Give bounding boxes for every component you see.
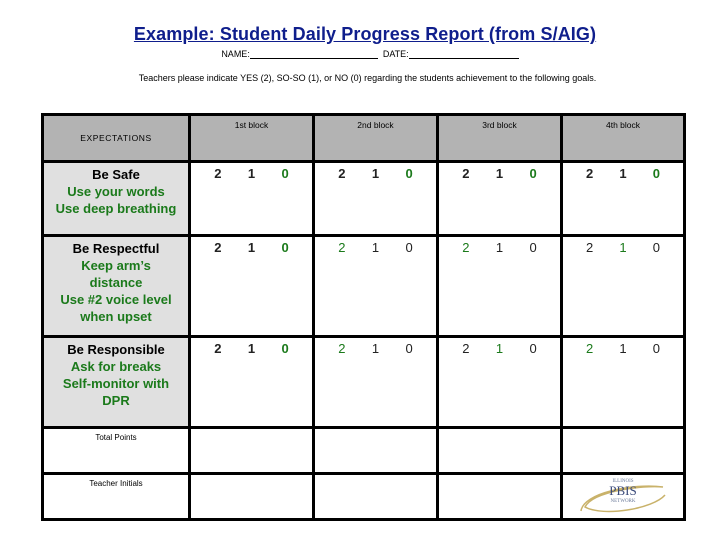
expectation-row: Be Responsible Ask for breaks Self-monitor… [41, 335, 686, 429]
score-option[interactable]: 1 [496, 341, 503, 356]
block-header: 2nd block [312, 113, 439, 163]
total-points-label: Total Points [41, 426, 191, 475]
score-cell: 2 1 0 [560, 234, 686, 338]
score-option[interactable]: 1 [248, 341, 255, 356]
total-points-cell[interactable] [312, 426, 439, 475]
total-points-cell[interactable] [188, 426, 315, 475]
score-option[interactable]: 0 [653, 341, 660, 356]
expectation-row: Be Respectful Keep arm’s distance Use #2 vo… [41, 234, 686, 338]
score-option[interactable]: 0 [282, 240, 289, 255]
expectation-cell: Be Safe Use your words Use deep breathing [41, 160, 191, 237]
pbis-logo: ILLINOIS PBIS NETWORK [563, 475, 683, 515]
initials-cell[interactable]: ILLINOIS PBIS NETWORK [560, 472, 686, 521]
score-option[interactable]: 2 [462, 240, 469, 255]
expectation-title: Be Responsible [67, 342, 165, 357]
expectation-detail: Use #2 voice level [60, 292, 172, 307]
score-option[interactable]: 1 [496, 240, 503, 255]
logo-main-text: PBIS [609, 483, 636, 498]
score-cell: 2 1 0 [188, 234, 315, 338]
expectations-header: EXPECTATIONS [41, 113, 191, 163]
score-cell: 2 1 0 [560, 160, 686, 237]
expectation-cell: Be Responsible Ask for breaks Self-monitor… [41, 335, 191, 429]
score-cell: 2 1 0 [436, 160, 563, 237]
score-option[interactable]: 1 [248, 240, 255, 255]
score-option[interactable]: 2 [214, 341, 221, 356]
initials-cell[interactable] [188, 472, 315, 521]
score-option[interactable]: 2 [214, 166, 221, 181]
block-header: 3rd block [436, 113, 563, 163]
score-option[interactable]: 1 [619, 341, 626, 356]
pbis-logo-icon: ILLINOIS PBIS NETWORK [580, 479, 666, 513]
score-cell: 2 1 0 [188, 160, 315, 237]
score-option[interactable]: 2 [586, 240, 593, 255]
score-option[interactable]: 1 [372, 341, 379, 356]
score-option[interactable]: 0 [530, 166, 537, 181]
name-date-line: NAME: DATE: [0, 49, 720, 59]
initials-cell[interactable] [436, 472, 563, 521]
instructions: Teachers please indicate YES (2), SO-SO … [138, 73, 597, 83]
expectation-detail: Self-monitor with [62, 376, 170, 391]
expectation-row: Be Safe Use your words Use deep breathing 2… [41, 160, 686, 237]
score-option[interactable]: 2 [338, 341, 345, 356]
score-cell: 2 1 0 [312, 234, 439, 338]
score-option[interactable]: 0 [653, 166, 660, 181]
score-cell: 2 1 0 [436, 335, 563, 429]
score-option[interactable]: 0 [282, 166, 289, 181]
score-option[interactable]: 2 [586, 166, 593, 181]
score-option[interactable]: 1 [619, 166, 626, 181]
score-cell: 2 1 0 [436, 234, 563, 338]
score-cell: 2 1 0 [560, 335, 686, 429]
score-option[interactable]: 0 [406, 240, 413, 255]
progress-table: EXPECTATIONS 1st block 2nd block 3rd blo… [41, 113, 686, 521]
score-option[interactable]: 1 [496, 166, 503, 181]
teacher-initials-label: Teacher Initials [41, 472, 191, 521]
expectation-detail: Ask for breaks [70, 359, 162, 374]
expectation-detail: when upset [80, 309, 152, 324]
name-field[interactable] [249, 49, 378, 59]
score-option[interactable]: 2 [214, 240, 221, 255]
score-cell: 2 1 0 [312, 160, 439, 237]
score-option[interactable]: 0 [653, 240, 660, 255]
score-option[interactable]: 2 [462, 166, 469, 181]
total-points-cell[interactable] [436, 426, 563, 475]
score-cell: 2 1 0 [188, 335, 315, 429]
score-cell: 2 1 0 [312, 335, 439, 429]
expectation-detail: Use deep breathing [55, 201, 177, 216]
score-option[interactable]: 0 [530, 341, 537, 356]
score-option[interactable]: 0 [282, 341, 289, 356]
expectation-title: Be Respectful [72, 241, 160, 256]
block-header: 4th block [560, 113, 686, 163]
logo-bottom-text: NETWORK [611, 499, 636, 504]
score-option[interactable]: 0 [530, 240, 537, 255]
expectation-detail: Keep arm’s [81, 258, 151, 273]
expectation-cell: Be Respectful Keep arm’s distance Use #2 vo… [41, 234, 191, 338]
teacher-initials-row: Teacher Initials ILLINOIS PBIS NETWORK [41, 472, 686, 521]
total-points-row: Total Points [41, 426, 686, 475]
page-title: Example: Student Daily Progress Report (… [133, 24, 597, 44]
score-option[interactable]: 2 [338, 240, 345, 255]
expectation-title: Be Safe [92, 167, 140, 182]
score-option[interactable]: 1 [372, 240, 379, 255]
date-field[interactable] [408, 49, 519, 59]
initials-cell[interactable] [312, 472, 439, 521]
score-option[interactable]: 2 [586, 341, 593, 356]
score-option[interactable]: 2 [462, 341, 469, 356]
date-label: DATE: [382, 49, 409, 59]
score-option[interactable]: 1 [619, 240, 626, 255]
score-option[interactable]: 1 [248, 166, 255, 181]
name-label: NAME: [221, 49, 250, 59]
expectation-detail: DPR [102, 393, 130, 408]
score-option[interactable]: 0 [406, 166, 413, 181]
expectation-detail: distance [89, 275, 143, 290]
expectation-detail: Use your words [67, 184, 165, 199]
score-option[interactable]: 0 [406, 341, 413, 356]
block-header: 1st block [188, 113, 315, 163]
score-option[interactable]: 2 [338, 166, 345, 181]
score-option[interactable]: 1 [372, 166, 379, 181]
total-points-cell[interactable] [560, 426, 686, 475]
header-row: EXPECTATIONS 1st block 2nd block 3rd blo… [41, 113, 686, 163]
